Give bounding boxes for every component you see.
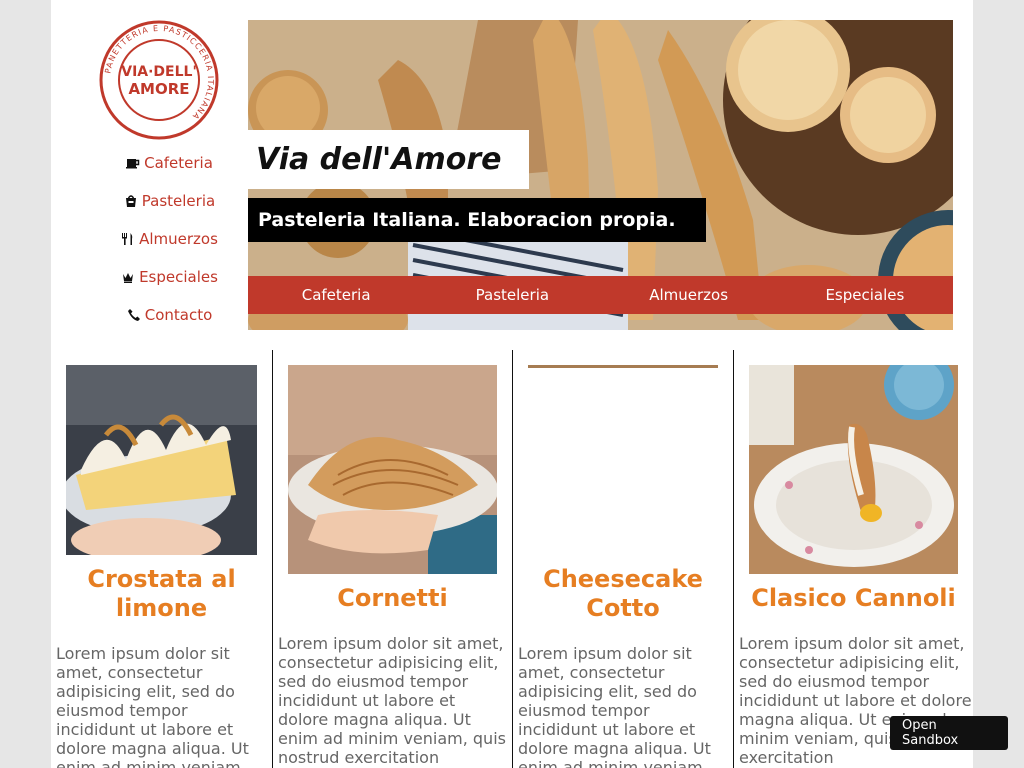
phone-icon	[126, 307, 142, 323]
fork-knife-icon	[120, 231, 136, 247]
product-description: Lorem ipsum dolor sit amet, consectetur …	[56, 644, 249, 768]
product-title: Crostata al limone	[87, 565, 236, 622]
side-nav-label: Especiales	[139, 268, 218, 286]
svg-text:VIA·DELL': VIA·DELL'	[121, 64, 197, 80]
product-image	[66, 365, 257, 555]
page: PANETTERIA E PASTICCERIA ITALIANA VIA·DE…	[51, 0, 973, 768]
top-nav-item-especiales[interactable]: Especiales	[777, 276, 953, 314]
top-nav-item-almuerzos[interactable]: Almuerzos	[601, 276, 777, 314]
coffee-cup-icon	[125, 155, 141, 171]
svg-text:AMORE: AMORE	[128, 80, 189, 98]
side-nav-label: Pasteleria	[141, 192, 216, 210]
open-sandbox-button[interactable]: Open Sandbox	[890, 716, 1008, 750]
product-image	[749, 365, 958, 574]
product-title: Cheesecake Cotto	[543, 565, 703, 622]
cake-bag-icon	[123, 193, 139, 209]
hero-banner: Via dell'Amore Pasteleria Italiana. Elab…	[248, 20, 953, 330]
product-card: Crostata al limone Lorem ipsum dolor sit…	[51, 350, 272, 768]
hero-subtitle-box: Pasteleria Italiana. Elaboracion propia.	[248, 198, 706, 242]
hero-title: Via dell'Amore	[256, 142, 502, 177]
product-image	[528, 365, 718, 555]
side-nav-label: Cafeteria	[144, 154, 213, 172]
product-image	[288, 365, 497, 574]
top-nav-item-cafeteria[interactable]: Cafeteria	[248, 276, 424, 314]
product-description: Lorem ipsum dolor sit amet, consectetur …	[278, 634, 506, 767]
product-card: Cheesecake Cotto Lorem ipsum dolor sit a…	[512, 350, 733, 768]
product-title: Clasico Cannoli	[751, 584, 956, 612]
product-description: Lorem ipsum dolor sit amet, consectetur …	[518, 644, 711, 768]
hero-title-box: Via dell'Amore	[248, 130, 529, 189]
top-nav: Cafeteria Pasteleria Almuerzos Especiale…	[248, 276, 953, 314]
product-card: Cornetti Lorem ipsum dolor sit amet, con…	[272, 350, 512, 768]
hero-subtitle: Pasteleria Italiana. Elaboracion propia.	[258, 209, 676, 231]
product-title: Cornetti	[337, 584, 448, 612]
side-nav-label: Almuerzos	[139, 230, 218, 248]
brand-logo[interactable]: PANETTERIA E PASTICCERIA ITALIANA VIA·DE…	[99, 20, 219, 140]
product-grid: Crostata al limone Lorem ipsum dolor sit…	[51, 350, 973, 768]
crown-icon	[120, 269, 136, 285]
side-nav-label: Contacto	[144, 306, 213, 324]
top-nav-item-pasteleria[interactable]: Pasteleria	[424, 276, 600, 314]
product-card: Clasico Cannoli Lorem ipsum dolor sit am…	[733, 350, 973, 768]
